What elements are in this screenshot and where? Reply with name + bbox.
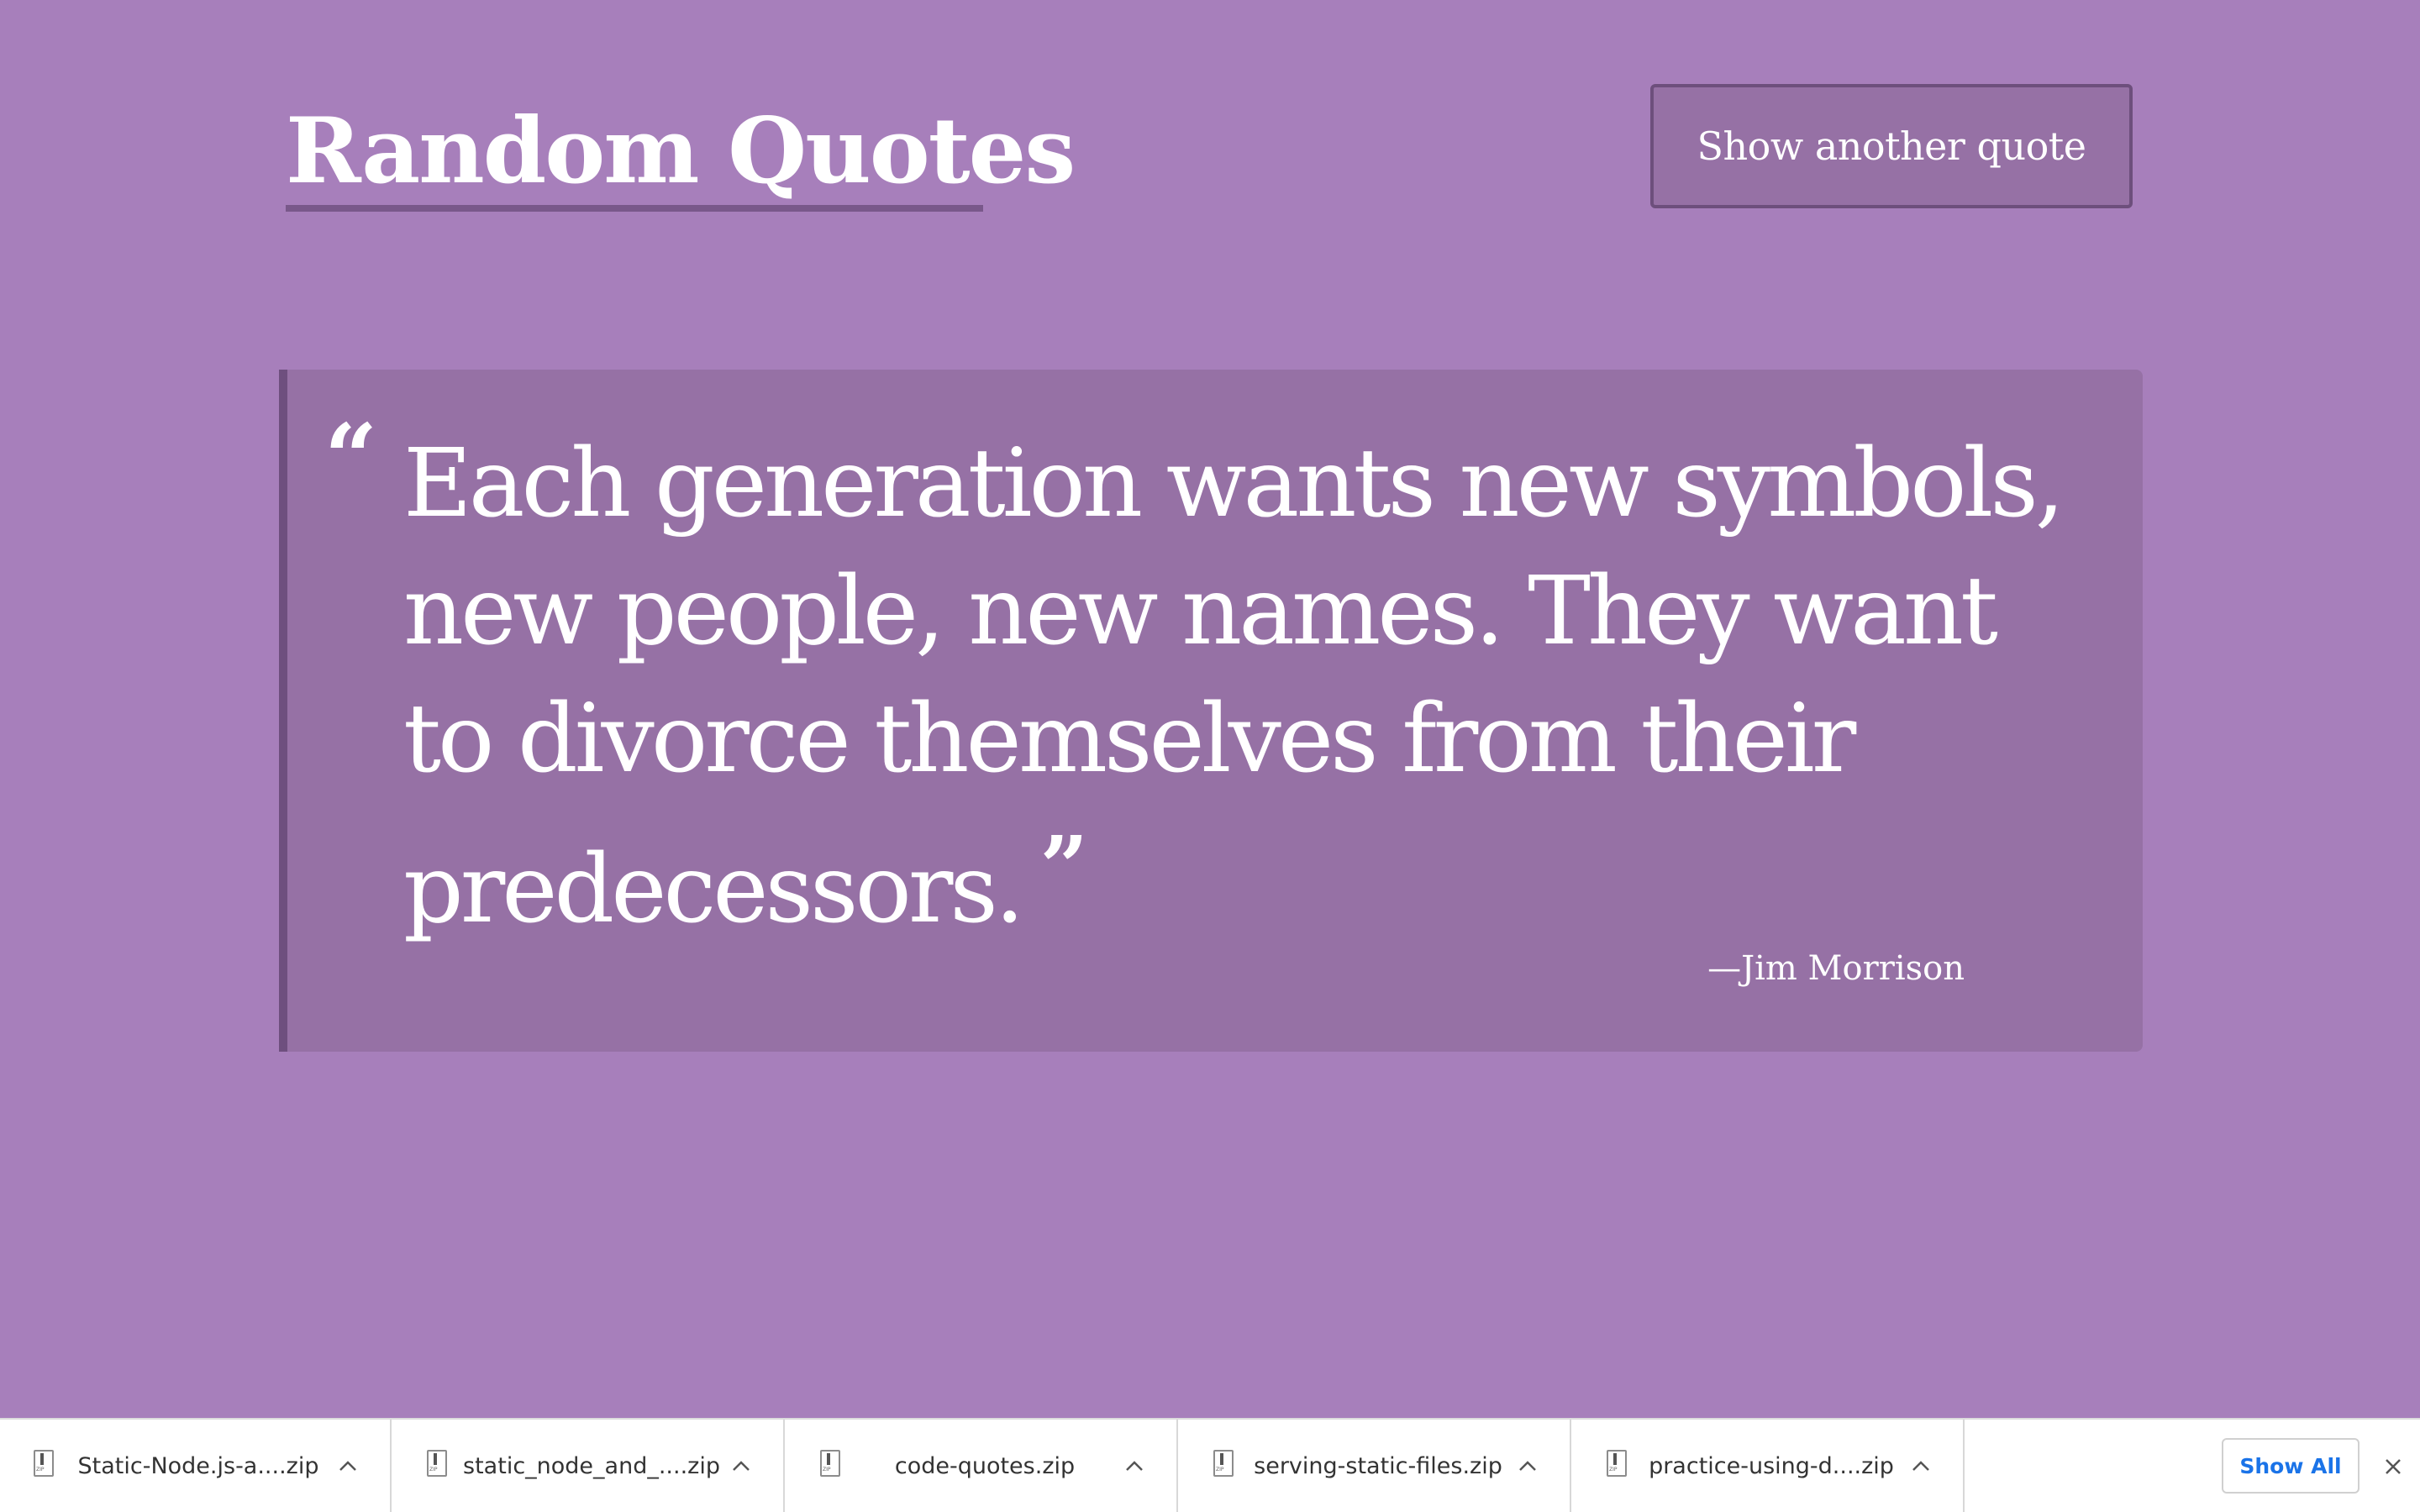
download-item[interactable]: code-quotes.zip: [786, 1420, 1178, 1512]
download-bar: Static-Node.js-a....zip static_node_and_…: [0, 1418, 2420, 1512]
chevron-up-icon[interactable]: [1118, 1420, 1151, 1512]
download-filename: static_node_and_....zip: [463, 1452, 720, 1479]
chevron-up-icon[interactable]: [1904, 1420, 1938, 1512]
close-icon[interactable]: [2376, 1450, 2410, 1483]
zip-file-icon: [1213, 1450, 1234, 1477]
quote-text: Each generation wants new symbols, new p…: [403, 429, 2065, 944]
download-item[interactable]: static_node_and_....zip: [393, 1420, 785, 1512]
quote-text-block: Each generation wants new symbols, new p…: [403, 420, 2084, 953]
open-quote-mark: “: [324, 403, 378, 512]
download-filename: Static-Node.js-a....zip: [77, 1452, 319, 1479]
download-filename: serving-static-files.zip: [1254, 1452, 1502, 1479]
chevron-up-icon[interactable]: [331, 1420, 365, 1512]
page: Random Quotes Show another quote “ Each …: [0, 0, 2420, 1418]
page-title[interactable]: Random Quotes: [286, 92, 1076, 210]
quote-author: —Jim Morrison: [1707, 949, 1965, 988]
chevron-up-icon[interactable]: [724, 1420, 758, 1512]
download-item[interactable]: serving-static-files.zip: [1180, 1420, 1571, 1512]
download-filename: code-quotes.zip: [894, 1452, 1076, 1479]
zip-file-icon: [34, 1450, 54, 1477]
chevron-up-icon[interactable]: [1511, 1420, 1544, 1512]
title-underline: [286, 205, 983, 212]
show-another-quote-button[interactable]: Show another quote: [1650, 84, 2133, 208]
zip-file-icon: [820, 1450, 840, 1477]
zip-file-icon: [427, 1450, 447, 1477]
show-all-button[interactable]: Show All: [2222, 1438, 2360, 1494]
download-filename: practice-using-d....zip: [1649, 1452, 1894, 1479]
quote-box: “ Each generation wants new symbols, new…: [279, 370, 2143, 1052]
download-item[interactable]: Static-Node.js-a....zip: [0, 1420, 392, 1512]
download-item[interactable]: practice-using-d....zip: [1573, 1420, 1965, 1512]
close-quote-mark: ”: [1039, 817, 1088, 916]
zip-file-icon: [1607, 1450, 1627, 1477]
